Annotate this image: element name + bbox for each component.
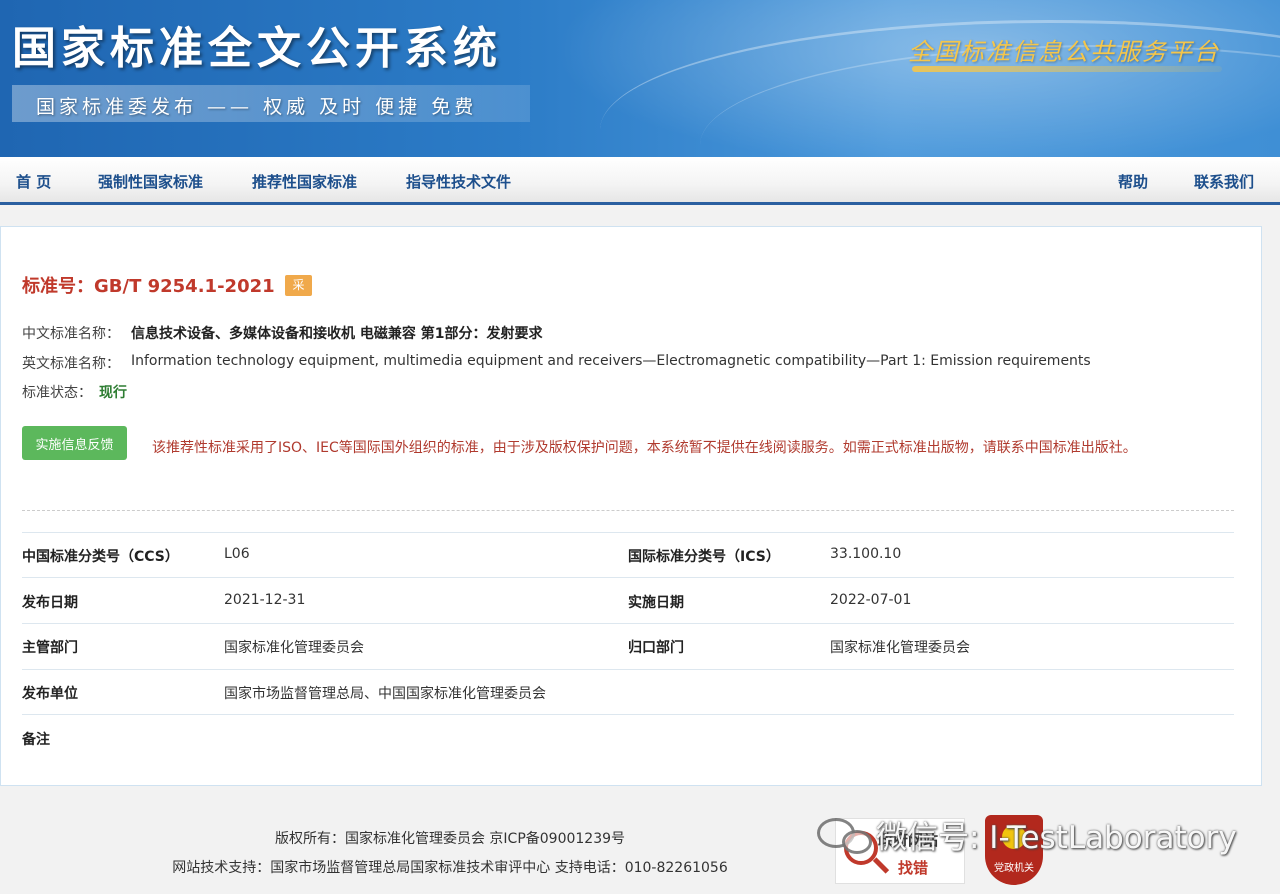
table-row-divider — [22, 532, 1234, 533]
impl-date-label: 实施日期 — [628, 595, 684, 611]
site-slogan: 国家标准委发布 —— 权威 及时 便捷 免费 — [36, 96, 478, 118]
impl-date-value: 2022-07-01 — [830, 592, 912, 608]
table-row-divider — [22, 577, 1234, 578]
platform-brush-stroke — [912, 66, 1222, 72]
nav-mandatory-standards[interactable]: 强制性国家标准 — [98, 171, 203, 192]
dept-value: 国家标准化管理委员会 — [224, 640, 364, 656]
footer-copyright: 版权所有：国家标准化管理委员会 京ICP备09001239号 — [274, 831, 626, 847]
status-label: 标准状态： — [22, 385, 92, 401]
magnifier-handle-icon — [872, 857, 890, 874]
ics-value: 33.100.10 — [830, 546, 902, 562]
copyright-notice: 该推荐性标准采用了ISO、IEC等国际国外组织的标准，由于涉及版权保护问题，本系… — [152, 440, 1137, 456]
section-divider — [22, 510, 1234, 511]
nav-recommended-standards[interactable]: 推荐性国家标准 — [252, 171, 357, 192]
dept-label: 主管部门 — [22, 640, 78, 656]
table-row-divider — [22, 714, 1234, 715]
standard-detail-panel — [0, 226, 1262, 786]
table-row-divider — [22, 669, 1234, 670]
nav-guiding-documents[interactable]: 指导性技术文件 — [406, 171, 511, 192]
wechat-watermark: 微信号: I-TestLaboratory — [876, 820, 1237, 856]
issuer-label: 发布单位 — [22, 686, 78, 702]
en-name-label: 英文标准名称： — [22, 356, 120, 372]
adopted-badge: 采 — [285, 275, 312, 296]
find-error-bottom-text: 找错 — [898, 859, 929, 877]
publish-date-label: 发布日期 — [22, 595, 78, 611]
site-banner: 国家标准全文公开系统 国家标准委发布 —— 权威 及时 便捷 免费 全国标准信息… — [0, 0, 1280, 157]
table-row-divider — [22, 623, 1234, 624]
ccs-label: 中国标准分类号（CCS） — [22, 549, 179, 565]
footer-support: 网站技术支持：国家市场监督管理总局国家标准技术审评中心 支持电话：010-822… — [172, 860, 728, 876]
party-badge-label: 党政机关 — [994, 863, 1034, 874]
ics-label: 国际标准分类号（ICS） — [628, 549, 780, 565]
ccs-value: L06 — [224, 546, 250, 562]
wechat-icon-secondary — [842, 830, 872, 854]
status-value: 现行 — [99, 385, 127, 401]
platform-name: 全国标准信息公共服务平台 — [908, 38, 1220, 66]
main-nav: 首 页 强制性国家标准 推荐性国家标准 指导性技术文件 帮助 联系我们 — [0, 157, 1280, 205]
nav-help[interactable]: 帮助 — [1118, 171, 1148, 192]
gui-dept-label: 归口部门 — [628, 640, 684, 656]
publish-date-value: 2021-12-31 — [224, 592, 306, 608]
standard-number: 标准号：GB/T 9254.1-2021 — [22, 276, 275, 297]
issuer-value: 国家市场监督管理总局、中国国家标准化管理委员会 — [224, 686, 546, 702]
cn-name-value: 信息技术设备、多媒体设备和接收机 电磁兼容 第1部分：发射要求 — [131, 326, 543, 342]
nav-contact-us[interactable]: 联系我们 — [1194, 171, 1254, 192]
cn-name-label: 中文标准名称： — [22, 326, 120, 342]
remarks-label: 备注 — [22, 732, 50, 748]
feedback-button[interactable]: 实施信息反馈 — [22, 426, 127, 460]
nav-home[interactable]: 首 页 — [16, 171, 51, 192]
gui-dept-value: 国家标准化管理委员会 — [830, 640, 970, 656]
en-name-value: Information technology equipment, multim… — [131, 353, 1091, 369]
site-title: 国家标准全文公开系统 — [12, 23, 502, 74]
